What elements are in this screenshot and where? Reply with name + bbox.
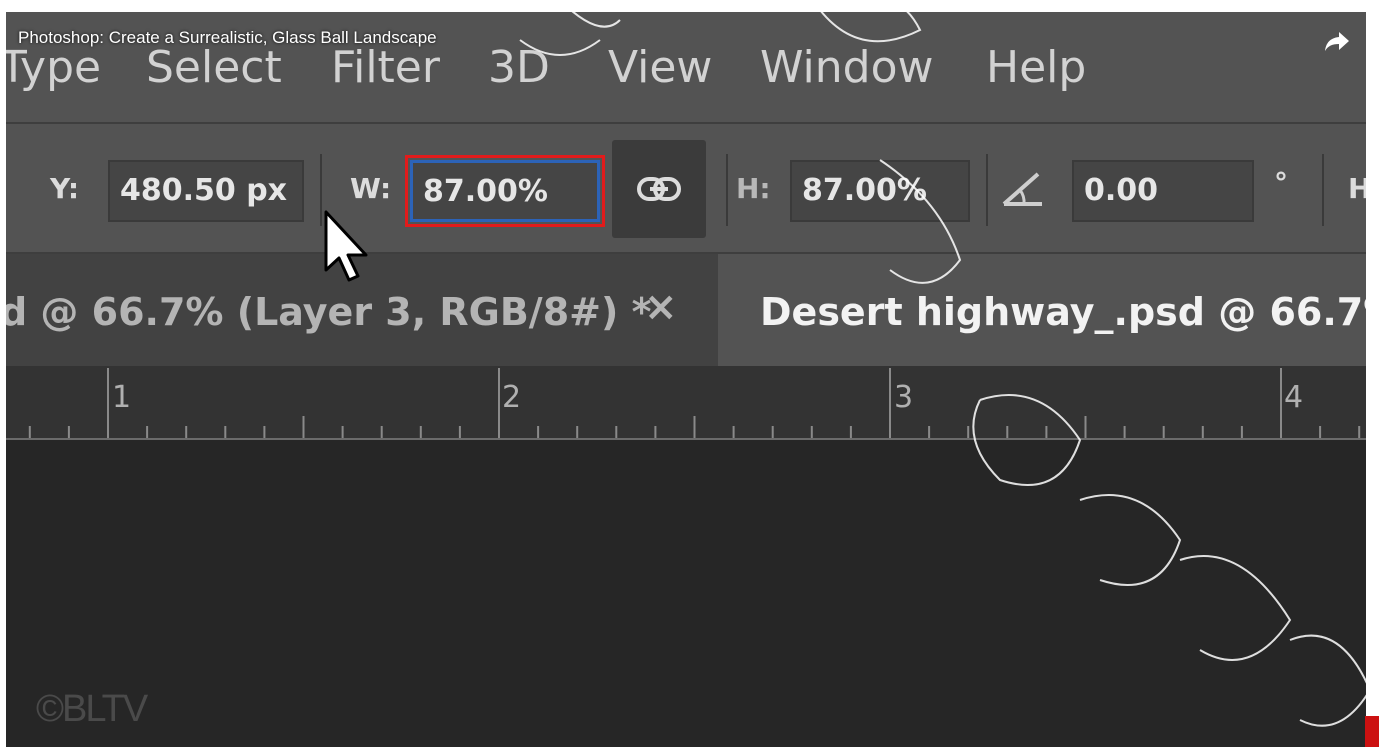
menu-filter[interactable]: Filter (331, 42, 440, 93)
link-chain-icon (637, 177, 681, 201)
horizontal-ruler: 1 2 3 4 (6, 366, 1366, 440)
menu-help[interactable]: Help (986, 42, 1086, 93)
ruler-number: 4 (1284, 380, 1304, 415)
rotation-field[interactable]: 0.00 (1072, 160, 1254, 222)
menu-window[interactable]: Window (760, 42, 934, 93)
y-position-field[interactable]: 480.50 px (108, 160, 304, 222)
h-label: H: (736, 172, 771, 205)
width-field[interactable]: 87.00% (405, 155, 605, 227)
options-divider (726, 154, 728, 226)
menu-3d[interactable]: 3D (488, 42, 550, 93)
document-tab-bar: d @ 66.7% (Layer 3, RGB/8#) * × Desert h… (6, 254, 1366, 366)
channel-badge (1365, 716, 1379, 747)
ruler-number: 1 (112, 380, 132, 415)
ruler-number: 3 (894, 380, 914, 415)
mouse-cursor-icon (324, 210, 368, 282)
menu-bar: Type Select Filter 3D View Window Help P… (6, 12, 1366, 122)
height-field[interactable]: 87.00% (790, 160, 970, 222)
options-divider (986, 154, 988, 226)
menu-type[interactable]: Type (6, 42, 101, 93)
photoshop-window: Type Select Filter 3D View Window Help P… (6, 12, 1366, 747)
video-title[interactable]: Photoshop: Create a Surrealistic, Glass … (18, 28, 437, 48)
share-arrow-icon[interactable] (1322, 26, 1352, 56)
bltv-watermark: ©BLTV (36, 688, 148, 730)
menu-view[interactable]: View (608, 42, 712, 93)
tab-label: d @ 66.7% (Layer 3, RGB/8#) * (6, 290, 652, 334)
link-aspect-button[interactable] (612, 140, 706, 238)
angle-icon (1002, 172, 1042, 206)
tab-close-icon[interactable]: × (644, 284, 678, 330)
options-divider (1322, 154, 1324, 226)
document-canvas[interactable] (6, 440, 1366, 747)
menu-select[interactable]: Select (146, 42, 282, 93)
h-skew-label: H (1348, 172, 1366, 205)
document-tab-desert-highway[interactable]: Desert highway_.psd @ 66.7% (718, 254, 1366, 366)
w-label: W: (350, 172, 392, 205)
y-label: Y: (50, 172, 80, 205)
ruler-number: 2 (502, 380, 522, 415)
tab-label: Desert highway_.psd @ 66.7% (760, 290, 1366, 334)
degree-unit: ° (1274, 166, 1288, 199)
ruler-ticks (28, 368, 1361, 438)
